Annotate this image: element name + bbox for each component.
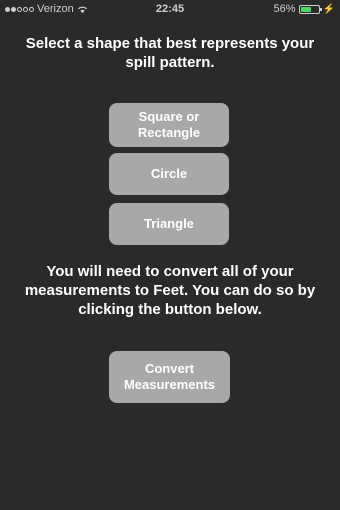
- battery-icon: [298, 4, 322, 14]
- button-label-line2: Measurements: [123, 377, 216, 392]
- battery-percent: 56%: [273, 3, 296, 15]
- bolt-icon: ⚡: [322, 3, 335, 15]
- convert-instructions: You will need to convert all of your mea…: [24, 263, 316, 318]
- circle-button[interactable]: Circle: [109, 153, 229, 195]
- button-label-line1: Convert: [144, 361, 195, 376]
- button-label-line2: Rectangle: [137, 125, 201, 140]
- triangle-button[interactable]: Triangle: [109, 203, 229, 245]
- square-or-rectangle-button[interactable]: Square or Rectangle: [109, 103, 229, 147]
- button-label-line1: Square or: [138, 109, 200, 124]
- shape-prompt-heading: Select a shape that best represents your…: [25, 35, 315, 71]
- status-right: 56% ⚡: [274, 3, 335, 15]
- convert-measurements-button[interactable]: Convert Measurements: [109, 351, 230, 403]
- battery-fill: [300, 6, 311, 12]
- status-bar: Verizon 22:45 56% ⚡: [0, 0, 340, 18]
